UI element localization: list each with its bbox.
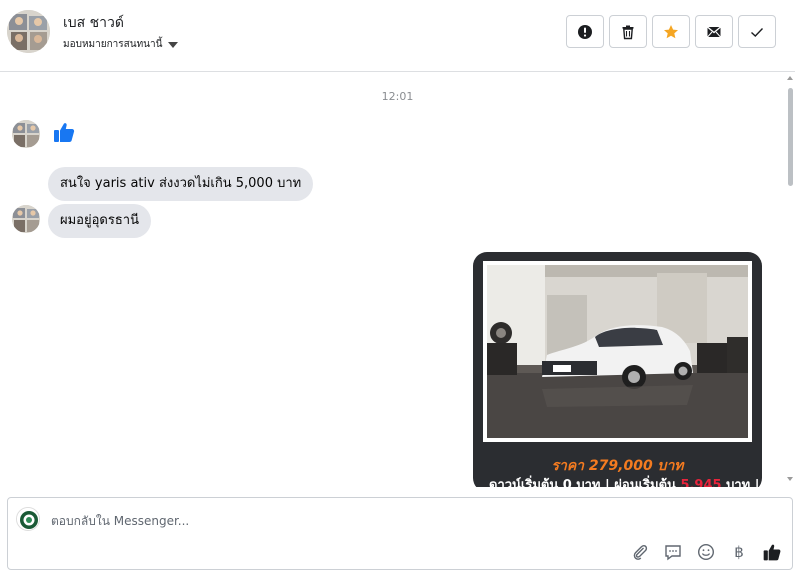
page-avatar	[16, 507, 40, 531]
card-financing-part-a: ดาวน์เริ่มต้น 0 บาท | ผ่อนเริ่มต้น	[489, 478, 681, 487]
car-photo[interactable]	[483, 261, 752, 442]
composer-toolbar: ฿	[630, 542, 782, 562]
payment-icon[interactable]: ฿	[729, 542, 749, 562]
attachment-icon[interactable]	[630, 542, 650, 562]
card-financing-text: ดาวน์เริ่มต้น 0 บาท | ผ่อนเริ่มต้น 5,945…	[489, 474, 759, 487]
like-icon[interactable]	[762, 542, 782, 562]
card-installment-highlight: 5,945	[680, 478, 722, 487]
reply-input[interactable]: ตอบกลับใน Messenger...	[51, 512, 189, 531]
outgoing-media-card[interactable]: ราคา 279,000 บาท ดาวน์เริ่มต้น 0 บาท | ผ…	[0, 0, 795, 487]
card-financing-part-b: บาท |	[721, 478, 760, 487]
reply-composer: ตอบกลับใน Messenger... ฿	[7, 497, 793, 570]
emoji-icon[interactable]	[696, 542, 716, 562]
saved-reply-icon[interactable]	[663, 542, 683, 562]
